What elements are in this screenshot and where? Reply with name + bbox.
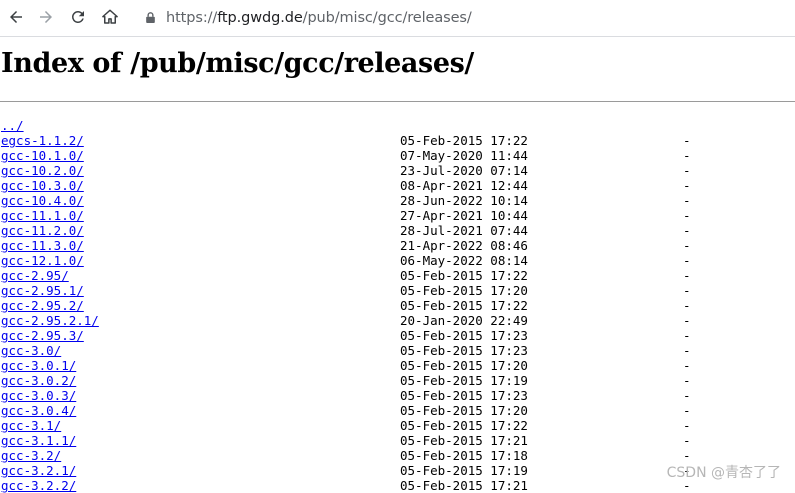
file-size: - xyxy=(683,403,691,418)
modified-date: 05-Feb-2015 17:21 xyxy=(400,478,528,493)
back-button[interactable] xyxy=(3,4,29,30)
directory-link[interactable]: gcc-3.2/ xyxy=(1,448,61,463)
modified-date: 05-Feb-2015 17:19 xyxy=(400,463,528,478)
browser-toolbar: https://ftp.gwdg.de/pub/misc/gcc/release… xyxy=(0,0,795,37)
directory-link[interactable]: gcc-2.95.2/ xyxy=(1,298,84,313)
directory-link[interactable]: gcc-3.0.2/ xyxy=(1,373,76,388)
file-size: - xyxy=(683,283,691,298)
file-size: - xyxy=(683,298,691,313)
modified-date: 05-Feb-2015 17:23 xyxy=(400,328,528,343)
directory-link[interactable]: gcc-2.95.1/ xyxy=(1,283,84,298)
file-size: - xyxy=(683,313,691,328)
file-size: - xyxy=(683,238,691,253)
directory-link[interactable]: egcs-1.1.2/ xyxy=(1,133,84,148)
watermark: CSDN @青杏了了 xyxy=(666,465,781,481)
file-size: - xyxy=(683,253,691,268)
reload-button[interactable] xyxy=(65,4,91,30)
directory-link[interactable]: gcc-2.95.2.1/ xyxy=(1,313,99,328)
modified-date: 05-Feb-2015 17:22 xyxy=(400,268,528,283)
modified-date: 06-May-2022 08:14 xyxy=(400,253,528,268)
modified-date: 21-Apr-2022 08:46 xyxy=(400,238,528,253)
modified-date: 05-Feb-2015 17:18 xyxy=(400,448,528,463)
file-size: - xyxy=(683,358,691,373)
divider xyxy=(0,101,795,102)
modified-date: 05-Feb-2015 17:23 xyxy=(400,343,528,358)
directory-link[interactable]: gcc-3.1/ xyxy=(1,418,61,433)
file-size: - xyxy=(683,433,691,448)
url-scheme: https:// xyxy=(166,10,218,26)
directory-link[interactable]: gcc-11.1.0/ xyxy=(1,208,84,223)
file-size: - xyxy=(683,208,691,223)
modified-date: 27-Apr-2021 10:44 xyxy=(400,208,528,223)
directory-link[interactable]: gcc-2.95/ xyxy=(1,268,69,283)
arrow-right-icon xyxy=(40,11,52,23)
file-size: - xyxy=(683,133,691,148)
modified-date: 20-Jan-2020 22:49 xyxy=(400,313,528,328)
modified-date: 05-Feb-2015 17:20 xyxy=(400,358,528,373)
modified-date: 05-Feb-2015 17:22 xyxy=(400,418,528,433)
directory-link[interactable]: gcc-10.4.0/ xyxy=(1,193,84,208)
reload-icon xyxy=(71,10,84,23)
directory-link[interactable]: gcc-3.2.2/ xyxy=(1,478,76,493)
url-domain: ftp.gwdg.de xyxy=(217,10,303,26)
file-size: - xyxy=(683,163,691,178)
address-bar[interactable]: https://ftp.gwdg.de/pub/misc/gcc/release… xyxy=(166,8,472,28)
modified-date: 05-Feb-2015 17:22 xyxy=(400,133,528,148)
page-title: Index of /pub/misc/gcc/releases/ xyxy=(1,48,474,79)
lock-icon[interactable] xyxy=(143,9,157,25)
directory-link[interactable]: gcc-3.2.1/ xyxy=(1,463,76,478)
file-size: - xyxy=(683,373,691,388)
file-size: - xyxy=(683,343,691,358)
parent-directory-link[interactable]: ../ xyxy=(1,118,24,133)
directory-link[interactable]: gcc-3.0.3/ xyxy=(1,388,76,403)
directory-link[interactable]: gcc-10.1.0/ xyxy=(1,148,84,163)
directory-link[interactable]: gcc-3.1.1/ xyxy=(1,433,76,448)
modified-date: 05-Feb-2015 17:21 xyxy=(400,433,528,448)
directory-link[interactable]: gcc-3.0.1/ xyxy=(1,358,76,373)
modified-date: 05-Feb-2015 17:22 xyxy=(400,298,528,313)
directory-link[interactable]: gcc-3.0.4/ xyxy=(1,403,76,418)
modified-date: 08-Apr-2021 12:44 xyxy=(400,178,528,193)
home-icon xyxy=(102,9,118,24)
file-size: - xyxy=(683,178,691,193)
modified-date: 05-Feb-2015 17:23 xyxy=(400,388,528,403)
arrow-left-icon xyxy=(10,11,22,23)
modified-date: 28-Jun-2022 10:14 xyxy=(400,193,528,208)
directory-link[interactable]: gcc-11.2.0/ xyxy=(1,223,84,238)
directory-link[interactable]: gcc-3.0/ xyxy=(1,343,61,358)
file-size: - xyxy=(683,193,691,208)
modified-date: 28-Jul-2021 07:44 xyxy=(400,223,528,238)
directory-link[interactable]: gcc-10.2.0/ xyxy=(1,163,84,178)
url-path: /pub/misc/gcc/releases/ xyxy=(302,10,472,26)
modified-date: 05-Feb-2015 17:20 xyxy=(400,403,528,418)
file-size: - xyxy=(683,328,691,343)
forward-button[interactable] xyxy=(33,4,59,30)
file-size: - xyxy=(683,388,691,403)
modified-date: 23-Jul-2020 07:14 xyxy=(400,163,528,178)
directory-link[interactable]: gcc-11.3.0/ xyxy=(1,238,84,253)
directory-link[interactable]: gcc-12.1.0/ xyxy=(1,253,84,268)
directory-link[interactable]: gcc-10.3.0/ xyxy=(1,178,84,193)
file-size: - xyxy=(683,223,691,238)
directory-link[interactable]: gcc-2.95.3/ xyxy=(1,328,84,343)
file-size: - xyxy=(683,148,691,163)
modified-date: 07-May-2020 11:44 xyxy=(400,148,528,163)
modified-date: 05-Feb-2015 17:20 xyxy=(400,283,528,298)
modified-date: 05-Feb-2015 17:19 xyxy=(400,373,528,388)
file-size: - xyxy=(683,268,691,283)
file-size: - xyxy=(683,418,691,433)
file-size: - xyxy=(683,448,691,463)
home-button[interactable] xyxy=(97,4,123,30)
